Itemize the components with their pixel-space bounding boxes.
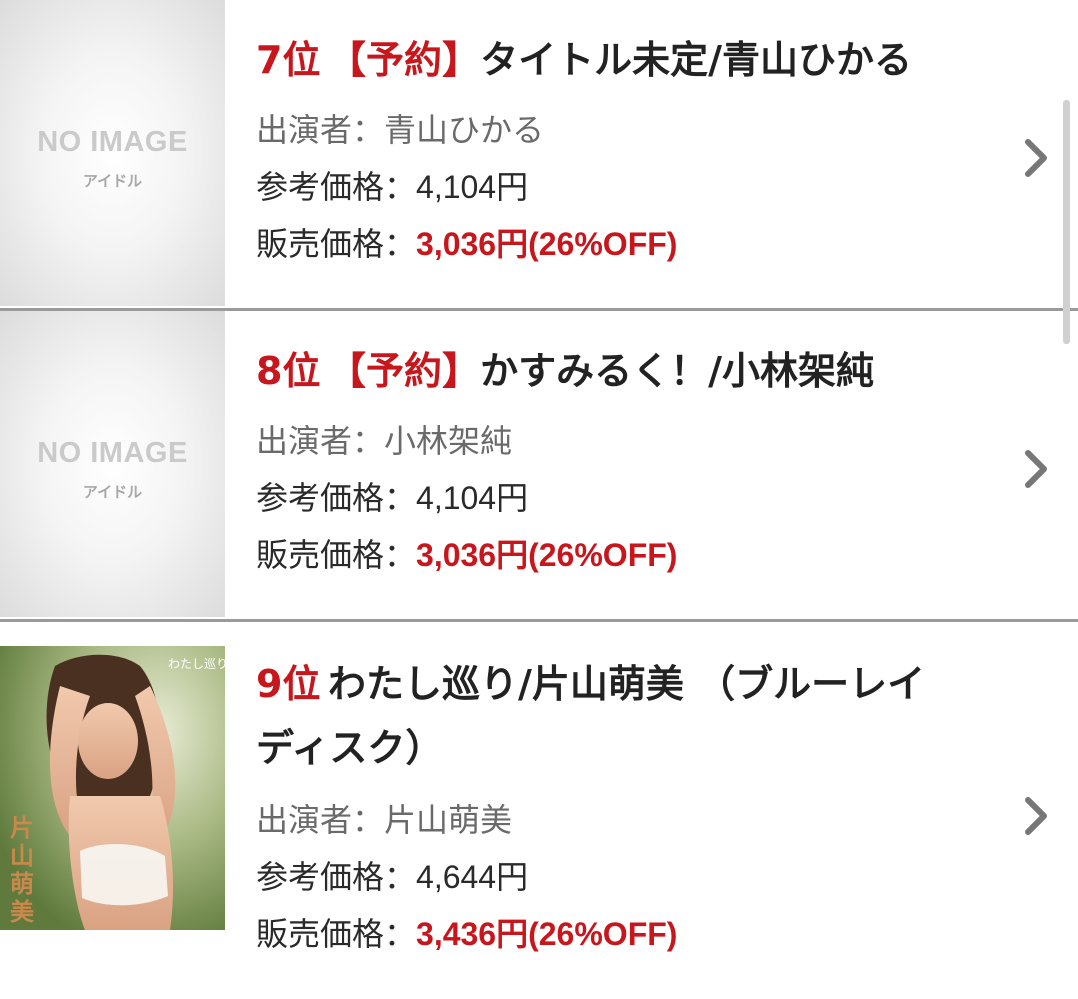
- sale-price-line: 販売価格：3,036円(26%OFF): [256, 224, 677, 264]
- item-title-text: タイトル未定/青山ひかる: [480, 38, 912, 82]
- rank-label: 9位: [256, 662, 321, 706]
- performer-label: 出演者：: [256, 111, 385, 149]
- product-thumbnail[interactable]: NO IMAGE アイドル: [0, 0, 225, 306]
- chevron-right-icon[interactable]: [1018, 134, 1054, 182]
- rank-label: 7位: [256, 38, 321, 82]
- performer-name: 片山萌美: [384, 801, 513, 839]
- item-title[interactable]: 7位 【予約】タイトル未定/青山ひかる: [256, 28, 912, 92]
- no-image-genre: アイドル: [82, 172, 143, 190]
- cover-name-char: 片: [10, 813, 34, 842]
- reference-price-label: 参考価格：: [256, 168, 417, 206]
- sale-price: 3,036円(26%OFF): [416, 537, 678, 573]
- sale-price: 3,436円(26%OFF): [416, 916, 678, 952]
- cover-photo: 片 山 萌 美 わたし巡り: [0, 646, 225, 930]
- item-title-text-line2: ディスク）: [256, 726, 444, 770]
- scrollbar[interactable]: [1063, 100, 1070, 344]
- sale-price-line: 販売価格：3,036円(26%OFF): [256, 535, 677, 575]
- chevron-right-icon[interactable]: [1018, 792, 1054, 840]
- item-title[interactable]: 8位 【予約】かすみるく！/小林架純: [256, 339, 874, 403]
- item-title[interactable]: 9位 わたし巡り/片山萌美 （ブルーレイ: [256, 652, 925, 716]
- rank-label: 8位: [256, 349, 321, 393]
- performer-line: 出演者：片山萌美: [256, 800, 512, 840]
- performer-name: 小林架純: [384, 422, 513, 460]
- cover-name-char: 山: [10, 841, 34, 870]
- reservation-tag: 【予約】: [328, 349, 481, 393]
- reference-price: 4,104円: [416, 169, 529, 205]
- sale-price-label: 販売価格：: [256, 536, 417, 574]
- reference-price-label: 参考価格：: [256, 858, 417, 896]
- reference-price: 4,104円: [416, 480, 529, 516]
- reference-price-line: 参考価格：4,644円: [256, 857, 528, 897]
- cover-subtitle: わたし巡り: [168, 657, 225, 671]
- item-title-text: わたし巡り/片山萌美 （ブルーレイ: [328, 662, 926, 706]
- chevron-right-icon[interactable]: [1018, 445, 1054, 493]
- performer-name: 青山ひかる: [384, 111, 545, 149]
- reference-price: 4,644円: [416, 859, 529, 895]
- sale-price-label: 販売価格：: [256, 225, 417, 263]
- list-item[interactable]: 片 山 萌 美 わたし巡り 9位 わたし巡り/片山萌美 （ブルーレイ ディスク）…: [0, 622, 1078, 999]
- reference-price-line: 参考価格：4,104円: [256, 167, 528, 207]
- no-image-label: NO IMAGE: [37, 126, 188, 158]
- cover-name-char: 萌: [10, 869, 34, 898]
- product-cover-image[interactable]: 片 山 萌 美 わたし巡り: [0, 646, 225, 930]
- item-title-text: かすみるく！/小林架純: [480, 349, 874, 393]
- sale-price: 3,036円(26%OFF): [416, 226, 678, 262]
- reference-price-line: 参考価格：4,104円: [256, 478, 528, 518]
- performer-line: 出演者：小林架純: [256, 421, 512, 461]
- reference-price-label: 参考価格：: [256, 479, 417, 517]
- performer-label: 出演者：: [256, 801, 385, 839]
- list-item[interactable]: NO IMAGE アイドル 8位 【予約】かすみるく！/小林架純 出演者：小林架…: [0, 311, 1078, 621]
- item-title-continued[interactable]: ディスク）: [256, 716, 443, 780]
- no-image-genre: アイドル: [82, 483, 143, 501]
- performer-line: 出演者：青山ひかる: [256, 110, 544, 150]
- sale-price-line: 販売価格：3,436円(26%OFF): [256, 914, 677, 954]
- performer-label: 出演者：: [256, 422, 385, 460]
- sale-price-label: 販売価格：: [256, 915, 417, 953]
- ranking-list: NO IMAGE アイドル 7位 【予約】タイトル未定/青山ひかる 出演者：青山…: [0, 0, 1078, 999]
- product-thumbnail[interactable]: NO IMAGE アイドル: [0, 311, 225, 617]
- list-item[interactable]: NO IMAGE アイドル 7位 【予約】タイトル未定/青山ひかる 出演者：青山…: [0, 0, 1078, 310]
- reservation-tag: 【予約】: [328, 38, 481, 82]
- no-image-label: NO IMAGE: [37, 437, 188, 469]
- cover-name-char: 美: [10, 897, 34, 926]
